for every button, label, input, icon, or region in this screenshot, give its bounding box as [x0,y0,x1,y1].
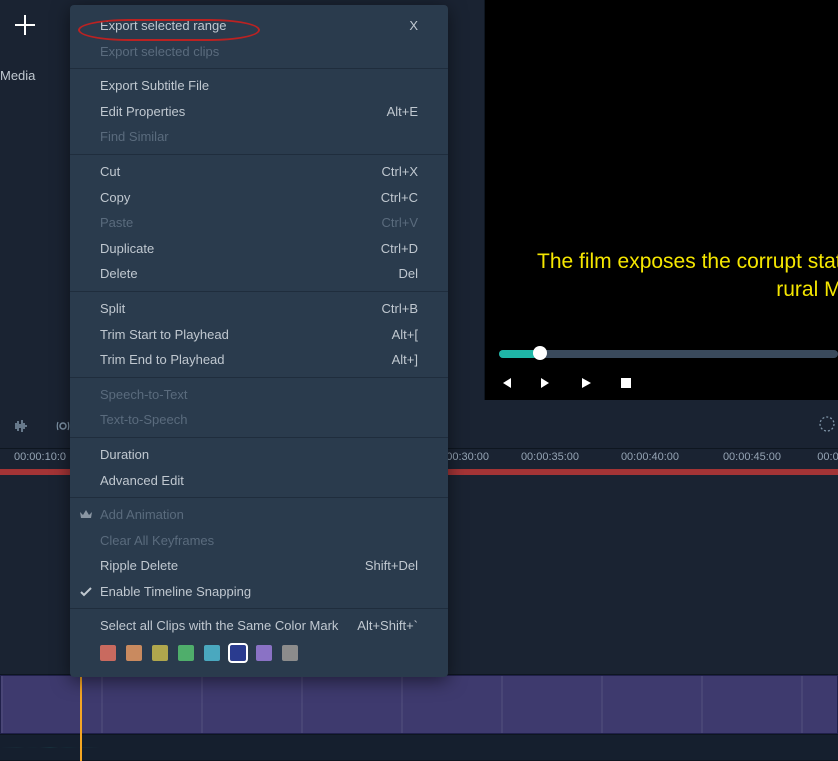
media-tab-label[interactable]: Media [0,68,35,83]
subtitle-clip[interactable] [0,675,838,734]
color-swatches [70,639,448,661]
ruler-tick: 00:00:10:0 [14,451,66,463]
menu-item[interactable]: DeleteDel [70,261,448,287]
menu-item-label: Duration [100,447,418,463]
menu-item[interactable]: Duration [70,442,448,468]
subtitle-line2: rural M [776,278,838,301]
menu-item: PasteCtrl+V [70,210,448,236]
timeline-toolbar [10,415,74,437]
menu-item-label: Split [100,301,382,317]
preview-panel: The film exposes the corrupt stat rural … [484,0,838,400]
menu-item: Clear All Keyframes [70,528,448,554]
crown-icon [78,507,94,523]
menu-item-shortcut: Ctrl+X [382,164,418,180]
menu-item-label: Advanced Edit [100,473,418,489]
ruler-tick: 00:00:45:00 [723,451,781,463]
menu-item-shortcut: Ctrl+D [381,241,418,257]
menu-item[interactable]: Enable Timeline Snapping [70,579,448,605]
menu-item[interactable]: Edit PropertiesAlt+E [70,99,448,125]
color-swatch[interactable] [126,645,142,661]
menu-item[interactable]: Advanced Edit [70,468,448,494]
audio-toolbar-icon[interactable] [10,415,32,437]
menu-item[interactable]: Trim Start to PlayheadAlt+[ [70,322,448,348]
menu-item[interactable]: Export selected rangeX [70,13,448,39]
menu-item-label: Ripple Delete [100,558,365,574]
menu-item-label: Paste [100,215,382,231]
color-swatch[interactable] [100,645,116,661]
menu-item-shortcut: Alt+] [392,352,418,368]
color-swatch[interactable] [178,645,194,661]
color-swatch[interactable] [282,645,298,661]
menu-item-shortcut: X [409,18,418,34]
menu-item-shortcut: Alt+E [387,104,418,120]
menu-item-label: Export Subtitle File [100,78,418,94]
menu-item: Find Similar [70,124,448,150]
menu-item: Text-to-Speech [70,407,448,433]
menu-item-label: Copy [100,190,381,206]
menu-item[interactable]: Ripple DeleteShift+Del [70,553,448,579]
audio-clip[interactable] [0,735,838,760]
menu-item[interactable]: SplitCtrl+B [70,296,448,322]
color-swatch[interactable] [204,645,220,661]
play-button[interactable] [579,376,593,390]
subtitle-overlay: The film exposes the corrupt stat rural … [537,248,838,305]
color-swatch[interactable] [230,645,246,661]
seek-bar[interactable] [499,350,838,358]
menu-item[interactable]: CutCtrl+X [70,159,448,185]
menu-item-label: Cut [100,164,382,180]
plus-icon [12,12,38,38]
ruler-tick: 00:0 [817,451,838,463]
menu-item-label: Clear All Keyframes [100,533,418,549]
menu-item-label: Add Animation [100,507,418,523]
menu-item-label: Export selected range [100,18,409,34]
menu-item-label: Trim End to Playhead [100,352,392,368]
menu-item-label: Text-to-Speech [100,412,418,428]
subtitle-line1: The film exposes the corrupt stat [537,250,838,273]
add-button[interactable] [8,8,42,42]
menu-item-shortcut: Shift+Del [365,558,418,574]
menu-item-label: Edit Properties [100,104,387,120]
menu-item-label: Enable Timeline Snapping [100,584,418,600]
menu-item-label: Find Similar [100,129,418,145]
color-swatch[interactable] [256,645,272,661]
seek-fill [499,350,537,358]
menu-item[interactable]: Trim End to PlayheadAlt+] [70,347,448,373]
next-frame-button[interactable] [539,376,553,390]
menu-item-shortcut: Del [398,266,418,282]
menu-item[interactable]: Export Subtitle File [70,73,448,99]
ruler-tick: 00:00:35:00 [521,451,579,463]
menu-item-label: Duplicate [100,241,381,257]
context-menu: Export selected rangeX Export selected cl… [70,5,448,677]
menu-item: Export selected clips [70,39,448,65]
waveform-icon [12,417,30,435]
track-row[interactable] [0,735,838,761]
menu-item-label: Export selected clips [100,44,418,60]
settings-toolbar-icon[interactable] [818,415,836,433]
menu-item-label: Speech-to-Text [100,387,418,403]
menu-item: Speech-to-Text [70,382,448,408]
menu-item-label: Select all Clips with the Same Color Mar… [100,618,357,634]
menu-item[interactable]: Select all Clips with the Same Color Mar… [70,613,448,639]
transport-controls [499,376,633,390]
menu-item-label: Delete [100,266,398,282]
track-row[interactable] [0,675,838,735]
menu-item-shortcut: Alt+[ [392,327,418,343]
stop-button[interactable] [619,376,633,390]
menu-item[interactable]: DuplicateCtrl+D [70,236,448,262]
gear-icon [818,415,836,433]
menu-item[interactable]: CopyCtrl+C [70,185,448,211]
menu-item-shortcut: Ctrl+B [382,301,418,317]
ruler-tick: 00:00:40:00 [621,451,679,463]
seek-knob[interactable] [533,346,547,360]
color-swatch[interactable] [152,645,168,661]
menu-item-shortcut: Ctrl+C [381,190,418,206]
check-icon [78,584,94,600]
menu-item: Add Animation [70,502,448,528]
menu-item-label: Trim Start to Playhead [100,327,392,343]
menu-item-shortcut: Ctrl+V [382,215,418,231]
prev-frame-button[interactable] [499,376,513,390]
menu-item-shortcut: Alt+Shift+` [357,618,418,634]
